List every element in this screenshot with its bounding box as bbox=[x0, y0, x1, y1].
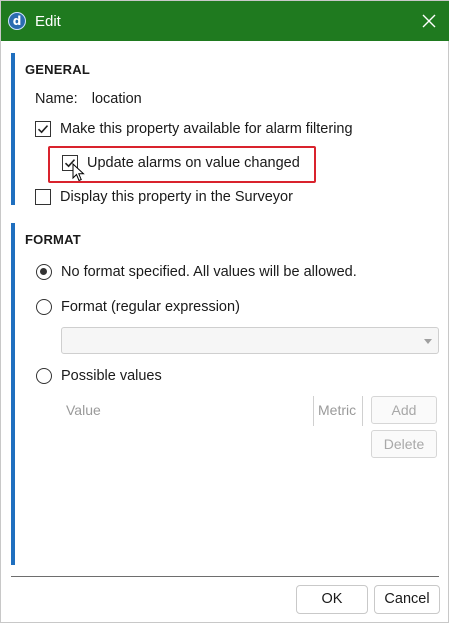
close-icon bbox=[422, 14, 436, 28]
app-logo-icon: d bbox=[8, 12, 26, 30]
column-divider bbox=[313, 396, 314, 426]
regex-dropdown[interactable] bbox=[61, 327, 439, 354]
title-bar: d Edit bbox=[1, 1, 449, 41]
format-option-possible-values[interactable]: Possible values bbox=[36, 368, 162, 384]
alarm-filtering-row[interactable]: Make this property available for alarm f… bbox=[35, 121, 353, 137]
surveyor-checkbox[interactable] bbox=[35, 189, 51, 205]
name-label: Name: bbox=[35, 91, 78, 107]
possible-values-label: Possible values bbox=[61, 368, 162, 384]
dialog-title: Edit bbox=[35, 13, 61, 30]
cancel-button[interactable]: Cancel bbox=[374, 585, 440, 614]
alarm-filtering-label: Make this property available for alarm f… bbox=[60, 121, 353, 137]
possible-values-radio[interactable] bbox=[36, 368, 52, 384]
format-option-none[interactable]: No format specified. All values will be … bbox=[36, 264, 357, 280]
mouse-cursor-icon bbox=[72, 163, 85, 182]
surveyor-label: Display this property in the Surveyor bbox=[60, 189, 293, 205]
general-section-title: GENERAL bbox=[25, 62, 90, 77]
footer-divider bbox=[11, 576, 439, 577]
checkmark-icon bbox=[37, 125, 49, 134]
value-column-header: Value bbox=[66, 402, 101, 418]
name-row: Name: location bbox=[35, 91, 142, 107]
format-option-regex[interactable]: Format (regular expression) bbox=[36, 299, 240, 315]
update-alarms-row[interactable]: Update alarms on value changed bbox=[62, 155, 300, 171]
ok-button[interactable]: OK bbox=[296, 585, 368, 614]
alarm-filtering-checkbox[interactable] bbox=[35, 121, 51, 137]
delete-button[interactable]: Delete bbox=[371, 430, 437, 458]
column-divider bbox=[362, 396, 363, 426]
metric-column-header: Metric bbox=[318, 402, 357, 418]
update-alarms-label: Update alarms on value changed bbox=[87, 155, 300, 171]
surveyor-row[interactable]: Display this property in the Surveyor bbox=[35, 189, 293, 205]
regex-format-label: Format (regular expression) bbox=[61, 299, 240, 315]
regex-format-radio[interactable] bbox=[36, 299, 52, 315]
name-value: location bbox=[91, 91, 142, 107]
close-button[interactable] bbox=[411, 5, 447, 37]
edit-dialog: d Edit GENERAL Name: location Make this … bbox=[0, 0, 449, 623]
chevron-down-icon bbox=[424, 339, 432, 344]
no-format-radio[interactable] bbox=[36, 264, 52, 280]
add-button[interactable]: Add bbox=[371, 396, 437, 424]
format-section-title: FORMAT bbox=[25, 232, 81, 247]
no-format-label: No format specified. All values will be … bbox=[61, 264, 357, 280]
